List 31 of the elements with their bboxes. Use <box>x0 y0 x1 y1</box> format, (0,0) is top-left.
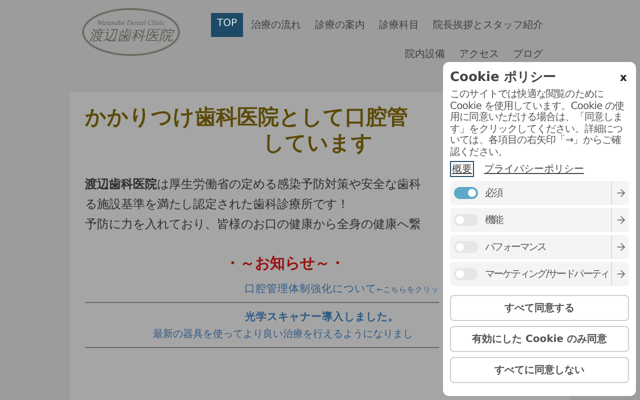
consent-button[interactable]: 有効にした Cookie のみ同意 <box>450 326 629 352</box>
nav-link[interactable]: 診療の案内 <box>309 13 371 37</box>
logo-name-text: 渡辺歯科医院 <box>89 27 173 45</box>
category-label: マーケティング/サードパーティ <box>485 268 610 281</box>
notice-heading: ・～お知らせ～・ <box>224 254 346 273</box>
news-title: 光学スキャナー導入しました。 <box>244 310 400 324</box>
nav-link[interactable]: 院内設備 <box>399 42 451 66</box>
intro-paragraph: 渡辺歯科医院は厚生労働省の定める感染予防対策や安全な歯科 る施設基準を満たし認定された歯科診療所です！ 予防に力を入れており、皆様のお口の健康から全身の健康へ繋 <box>85 176 422 233</box>
dialog-link[interactable]: プライバシーポリシー <box>482 161 586 177</box>
page-heading: かかりつけ歯科医院として口腔管 <box>85 104 409 130</box>
nav-link[interactable]: アクセス <box>453 42 505 66</box>
nav-link[interactable]: 治療の流れ <box>245 13 307 37</box>
toggle-switch[interactable] <box>454 241 478 253</box>
nav-link[interactable]: 診療科目 <box>373 13 425 37</box>
toggle-switch[interactable] <box>454 187 478 199</box>
dialog-title: Cookie ポリシー <box>450 69 556 86</box>
close-button[interactable]: x <box>618 70 629 84</box>
category-label: パフォーマンス <box>485 241 547 254</box>
toggle-switch[interactable] <box>454 214 478 226</box>
consent-button[interactable]: すべてに同意しない <box>450 357 629 383</box>
nav-link[interactable]: 院長挨拶とスタッフ紹介 <box>427 13 549 37</box>
dialog-description: このサイトでは快適な閲覧のために Cookie を使用しています。Cookie の使用に同意いただける場合は、「同意します」をクリックしてください。詳細については、各項目の右矢印「→」からご確認ください。 <box>450 89 626 158</box>
page-heading: しています <box>262 130 374 156</box>
news-text: 最新の器具を使ってより良い治療を行えるようになりまし <box>152 328 414 341</box>
nav-link[interactable]: ブログ <box>507 42 549 66</box>
category-label: 機能 <box>485 214 504 227</box>
category-label: 必須 <box>485 186 504 200</box>
consent-button[interactable]: すべて同意する <box>450 295 629 321</box>
nav-link[interactable]: TOP <box>210 13 243 37</box>
toggle-switch[interactable] <box>454 268 478 280</box>
dialog-link[interactable]: 概要 <box>450 161 474 177</box>
